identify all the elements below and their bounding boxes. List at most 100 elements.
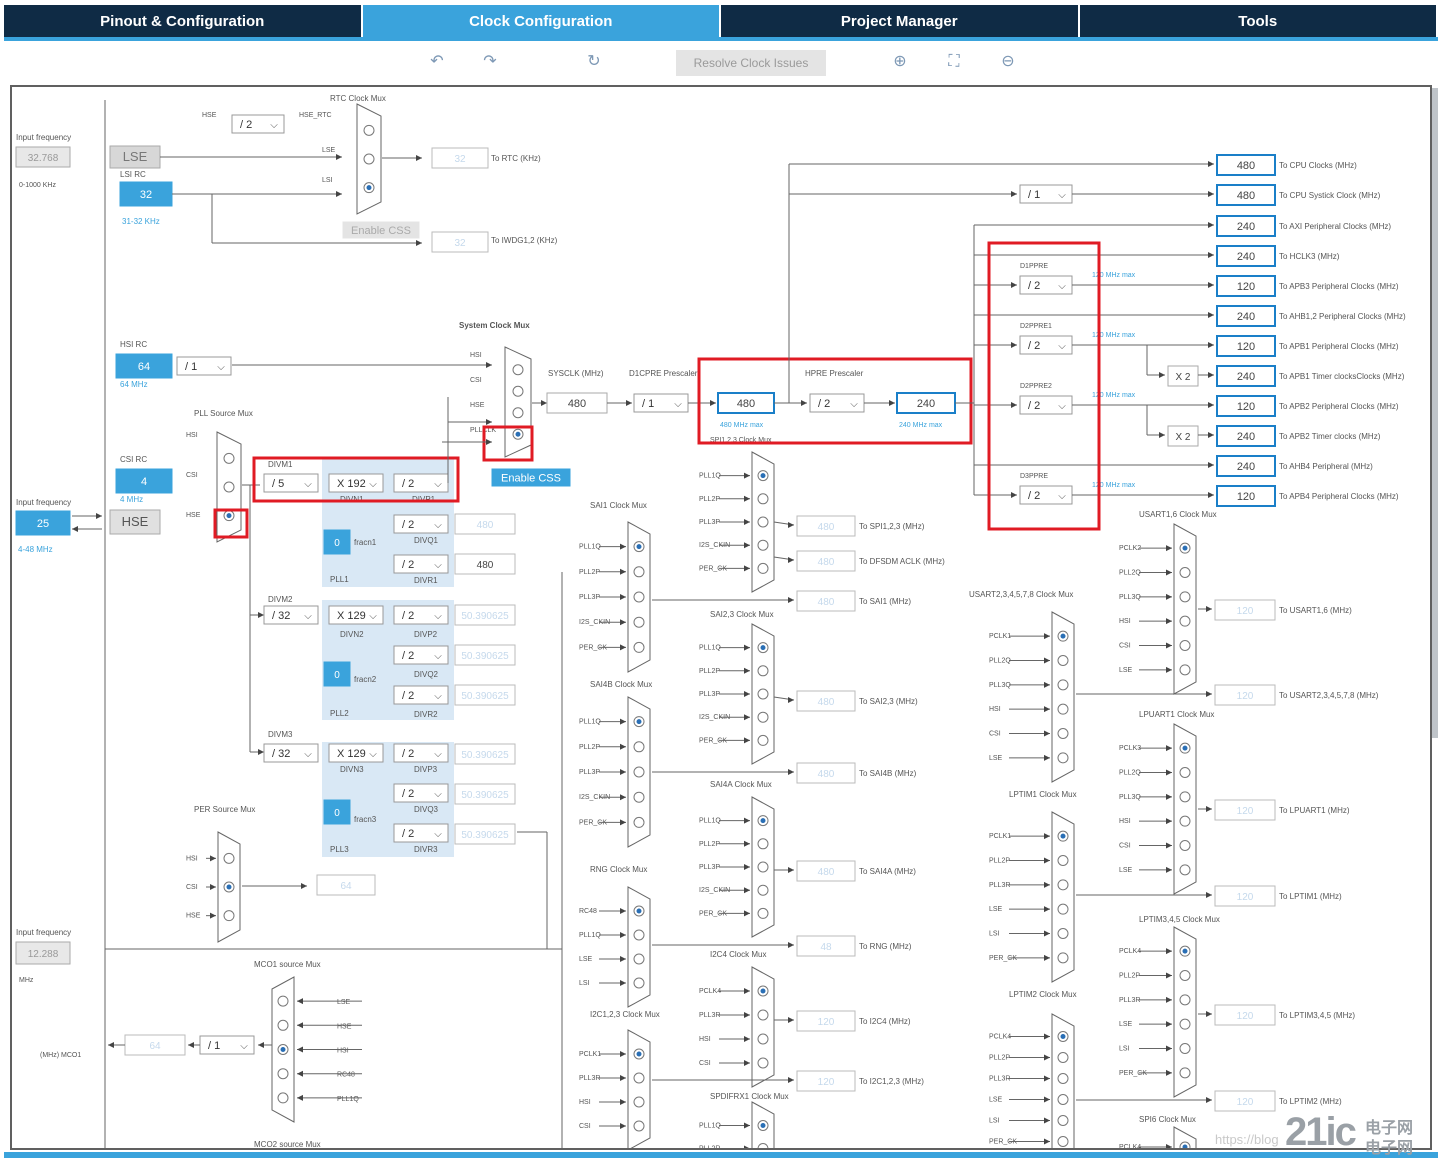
- sai4b-mux-radio-4[interactable]: [633, 816, 645, 828]
- sai4b-mux-radio-1[interactable]: [633, 741, 645, 753]
- lptim345-mux-radio-3[interactable]: [1179, 1018, 1191, 1030]
- per-source-mux-radio-0[interactable]: [223, 852, 235, 864]
- usart2-mux-radio-3[interactable]: [1057, 703, 1069, 715]
- sai1-mux-radio-1[interactable]: [633, 566, 645, 578]
- system-clock-mux-radio-0[interactable]: [512, 364, 524, 376]
- usart16-mux-radio-3[interactable]: [1179, 615, 1191, 627]
- usart2-mux-radio-5[interactable]: [1057, 752, 1069, 764]
- sai1-mux-radio-4[interactable]: [633, 641, 645, 653]
- rng-mux-radio-1[interactable]: [633, 929, 645, 941]
- i2c123-mux-radio-3[interactable]: [633, 1120, 645, 1132]
- sai1-mux-radio-3[interactable]: [633, 616, 645, 628]
- prescaler-select-0-value: / 2: [1028, 280, 1040, 292]
- i2c4-mux-radio-3[interactable]: [757, 1057, 769, 1069]
- pll-source-mux-radio-1[interactable]: [223, 481, 235, 493]
- sai4a-mux-radio-3[interactable]: [757, 884, 769, 896]
- zoom-in-icon[interactable]: ⊕: [890, 51, 910, 71]
- output-box-5-text: 240: [1237, 311, 1255, 323]
- pll-source-mux-radio-0[interactable]: [223, 452, 235, 464]
- system-clock-mux-radio-1[interactable]: [512, 385, 524, 397]
- sai4a-mux-radio-2[interactable]: [757, 861, 769, 873]
- lpuart-mux-radio-4[interactable]: [1179, 840, 1191, 851]
- hse-back-wire-arrow: [72, 526, 78, 532]
- rtc-clock-mux-radio-0[interactable]: [363, 124, 375, 136]
- per-source-mux-radio-2[interactable]: [223, 910, 235, 922]
- lptim2-mux-radio-5[interactable]: [1057, 1136, 1069, 1147]
- tab-clock-configuration[interactable]: Clock Configuration: [362, 5, 721, 37]
- lptim1-mux-radio-4[interactable]: [1057, 928, 1069, 939]
- lptim1-mux-radio-3[interactable]: [1057, 903, 1069, 915]
- sai23-mux-radio-2[interactable]: [757, 688, 769, 700]
- sai4b-mux-radio-3[interactable]: [633, 791, 645, 803]
- sai4a-mux-in-wire-1-arrow: [744, 840, 750, 847]
- vertical-scrollbar[interactable]: [1432, 88, 1438, 738]
- rng-mux-in-wire-1-arrow: [620, 932, 626, 938]
- sai23-mux-radio-1[interactable]: [757, 665, 769, 677]
- tab-pinout-configuration[interactable]: Pinout & Configuration: [4, 5, 363, 37]
- divq3-label: DIVQ3: [414, 805, 439, 814]
- usart2-mux-radio-4[interactable]: [1057, 728, 1069, 739]
- lpuart-mux-radio-1[interactable]: [1179, 767, 1191, 778]
- lptim345-mux-input-3: LSE: [1119, 1021, 1133, 1028]
- lptim2-mux-radio-1[interactable]: [1057, 1052, 1069, 1063]
- lptim345-mux-radio-2[interactable]: [1179, 994, 1191, 1006]
- i2c4-mux-radio-1[interactable]: [757, 1009, 769, 1021]
- sai4a-mux-radio-4[interactable]: [757, 907, 769, 919]
- resolve-clock-issues-button[interactable]: Resolve Clock Issues: [676, 50, 826, 76]
- sai4b-mux-radio-2[interactable]: [633, 766, 645, 778]
- mco1-radio-0[interactable]: [277, 995, 289, 1007]
- spi123-mux-radio-4[interactable]: [757, 562, 769, 574]
- lptim2-mux-radio-3[interactable]: [1057, 1094, 1069, 1105]
- fit-icon[interactable]: ⛶: [944, 51, 964, 71]
- lse-range-label: 0-1000 KHz: [19, 182, 56, 189]
- lpuart-mux-radio-5[interactable]: [1179, 864, 1191, 876]
- usart2-mux-radio-1[interactable]: [1057, 655, 1069, 666]
- spi123-mux-radio-3[interactable]: [757, 539, 769, 551]
- spi123-mux-radio-2[interactable]: [757, 516, 769, 528]
- sai23-mux-radio-4[interactable]: [757, 734, 769, 746]
- right-output-label-4: To LPTIM3,4,5 (MHz): [1279, 1011, 1355, 1020]
- lptim2-mux-radio-2[interactable]: [1057, 1073, 1069, 1084]
- system-clock-mux-radio-2[interactable]: [512, 407, 524, 419]
- lpuart-mux-radio-2[interactable]: [1179, 791, 1191, 803]
- i2c4-mux-radio-2[interactable]: [757, 1033, 769, 1045]
- redo-icon[interactable]: ↷: [480, 51, 500, 71]
- lptim345-mux-radio-5[interactable]: [1179, 1067, 1191, 1079]
- sai4a-mux-radio-1[interactable]: [757, 838, 769, 850]
- lptim345-mux-in-wire-1-arrow: [1166, 972, 1172, 979]
- mco1-radio-4[interactable]: [277, 1092, 289, 1104]
- usart2-mux-input-3: HSI: [989, 706, 1001, 713]
- rng-mux-radio-3[interactable]: [633, 977, 645, 989]
- rng-mux-radio-2[interactable]: [633, 953, 645, 965]
- i2c123-mux-radio-1[interactable]: [633, 1072, 645, 1084]
- lptim1-mux-radio-5[interactable]: [1057, 952, 1069, 964]
- prescaler-select-3-chevron-down-icon: ⌵: [1058, 491, 1066, 502]
- usart2-mux-radio-2[interactable]: [1057, 679, 1069, 691]
- mco1-radio-1[interactable]: [277, 1019, 289, 1031]
- lptim1-mux-radio-2[interactable]: [1057, 879, 1069, 891]
- zoom-out-icon[interactable]: ⊖: [998, 51, 1018, 71]
- lptim2-mux-in-wire-4-arrow: [1044, 1117, 1050, 1124]
- lptim345-mux-radio-1[interactable]: [1179, 970, 1191, 981]
- lptim1-mux-radio-1[interactable]: [1057, 855, 1069, 866]
- refresh-icon[interactable]: ↻: [584, 51, 604, 71]
- undo-icon[interactable]: ↶: [427, 51, 447, 71]
- lptim2-mux-radio-4[interactable]: [1057, 1115, 1069, 1126]
- tab-tools[interactable]: Tools: [1080, 5, 1438, 37]
- usart16-mux-radio-2[interactable]: [1179, 591, 1191, 603]
- lptim345-mux-radio-4[interactable]: [1179, 1043, 1191, 1054]
- rtc-clock-mux-radio-1[interactable]: [363, 153, 375, 165]
- i2c123-mux-radio-2[interactable]: [633, 1096, 645, 1108]
- per-source-mux-title: PER Source Mux: [194, 805, 255, 814]
- tab-project-manager[interactable]: Project Manager: [721, 5, 1080, 37]
- spi123-mux-radio-1[interactable]: [757, 493, 769, 505]
- usart16-mux-radio-4[interactable]: [1179, 640, 1191, 651]
- sai1-mux-radio-2[interactable]: [633, 591, 645, 603]
- mco1-radio-3[interactable]: [277, 1068, 289, 1080]
- lpuart-mux-radio-3[interactable]: [1179, 815, 1191, 827]
- right-output-label-0: To USART1,6 (MHz): [1279, 606, 1352, 615]
- usart16-mux-radio-5[interactable]: [1179, 664, 1191, 676]
- sai23-mux-radio-3[interactable]: [757, 711, 769, 723]
- divm2-wire-arrow: [258, 612, 264, 618]
- usart16-mux-radio-1[interactable]: [1179, 567, 1191, 578]
